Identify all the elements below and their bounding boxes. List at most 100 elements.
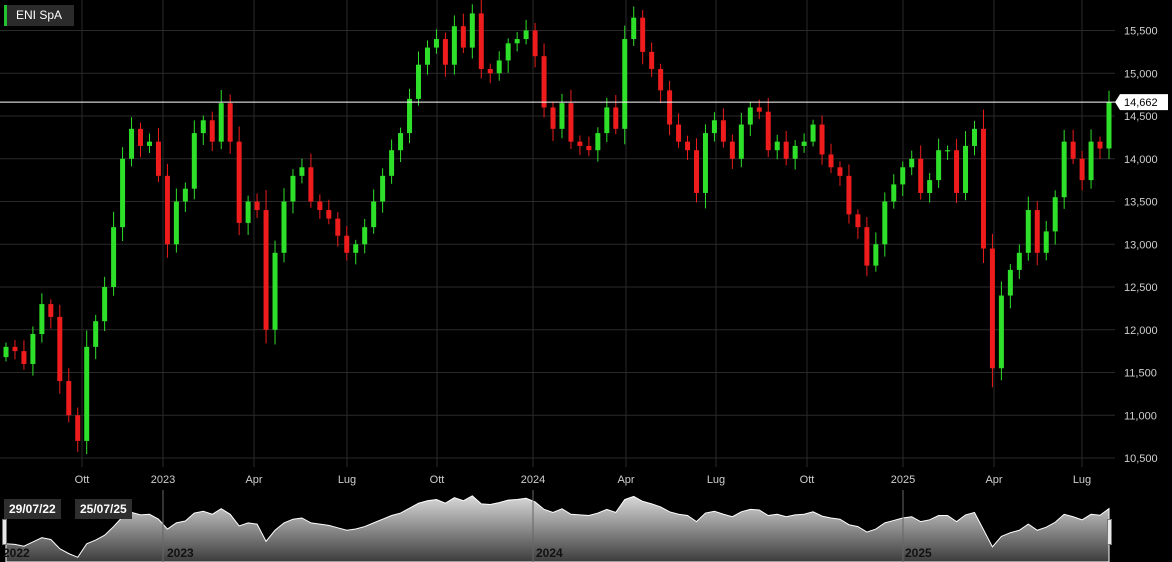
candle-body[interactable] — [640, 17, 646, 52]
candle-body[interactable] — [1088, 141, 1094, 181]
candle-body[interactable] — [200, 120, 206, 134]
candle-body[interactable] — [936, 150, 942, 181]
candle-body[interactable] — [308, 167, 314, 202]
range-start-date[interactable]: 29/07/22 — [4, 499, 61, 519]
candle-body[interactable] — [12, 346, 18, 352]
candle-body[interactable] — [451, 26, 457, 65]
candle-body[interactable] — [1016, 252, 1022, 270]
candle-body[interactable] — [658, 68, 664, 91]
candle-body[interactable] — [398, 133, 404, 151]
candle-body[interactable] — [1025, 210, 1031, 253]
candle-body[interactable] — [1043, 231, 1049, 253]
candle-body[interactable] — [182, 188, 188, 202]
candle-body[interactable] — [433, 39, 439, 48]
candle-body[interactable] — [685, 141, 691, 151]
candle-body[interactable] — [227, 103, 233, 142]
candle-body[interactable] — [900, 167, 906, 185]
candle-body[interactable] — [792, 145, 798, 159]
candle-body[interactable] — [1007, 269, 1013, 296]
candle-body[interactable] — [756, 107, 762, 112]
candle-body[interactable] — [146, 141, 152, 146]
candle-body[interactable] — [460, 26, 466, 48]
navigator-right-handle[interactable] — [1107, 519, 1112, 545]
navigator-left-handle[interactable] — [2, 519, 7, 545]
candle-body[interactable] — [810, 124, 816, 142]
candle-body[interactable] — [1070, 141, 1076, 159]
candle-body[interactable] — [864, 227, 870, 266]
candle-body[interactable] — [102, 287, 108, 322]
range-end-date[interactable]: 25/07/25 — [75, 499, 132, 519]
candle-body[interactable] — [837, 167, 843, 176]
candle-body[interactable] — [362, 227, 368, 245]
candle-body[interactable] — [66, 381, 72, 416]
candle-body[interactable] — [541, 56, 547, 108]
candle-body[interactable] — [129, 128, 135, 159]
candle-body[interactable] — [819, 124, 825, 155]
candle-body[interactable] — [568, 103, 574, 142]
candle-body[interactable] — [290, 175, 296, 202]
candle-body[interactable] — [93, 321, 99, 347]
candle-body[interactable] — [765, 111, 771, 151]
candle-body[interactable] — [909, 158, 915, 168]
candle-body[interactable] — [954, 150, 960, 193]
candle-body[interactable] — [963, 145, 969, 193]
candle-body[interactable] — [111, 227, 117, 287]
candle-body[interactable] — [245, 201, 251, 223]
candle-body[interactable] — [424, 47, 430, 65]
candle-body[interactable] — [989, 248, 995, 369]
candle-body[interactable] — [505, 43, 511, 61]
candle-body[interactable] — [693, 150, 699, 193]
candle-body[interactable] — [980, 128, 986, 249]
candle-body[interactable] — [487, 68, 493, 74]
candle-body[interactable] — [1061, 141, 1067, 198]
candle-body[interactable] — [263, 210, 269, 330]
candle-body[interactable] — [676, 124, 682, 142]
candle-body[interactable] — [747, 107, 753, 125]
candle-body[interactable] — [155, 141, 161, 176]
candle-body[interactable] — [254, 201, 260, 211]
candle-body[interactable] — [442, 39, 448, 65]
candle-body[interactable] — [335, 218, 341, 236]
candle-body[interactable] — [21, 351, 27, 364]
candle-body[interactable] — [496, 60, 502, 74]
candle-body[interactable] — [783, 141, 789, 159]
candle-body[interactable] — [84, 346, 90, 441]
candle-body[interactable] — [389, 150, 395, 176]
candle-body[interactable] — [891, 184, 897, 202]
candle-body[interactable] — [720, 120, 726, 142]
candle-body[interactable] — [191, 133, 197, 189]
candle-body[interactable] — [299, 167, 305, 176]
candle-body[interactable] — [613, 107, 619, 129]
candle-body[interactable] — [1034, 210, 1040, 253]
candle-body[interactable] — [344, 235, 350, 253]
candle-body[interactable] — [667, 90, 673, 125]
candle-body[interactable] — [407, 98, 413, 134]
candle-body[interactable] — [120, 158, 126, 228]
navigator-chart[interactable]: 2022 2023 2024 2025 — [0, 490, 1172, 562]
candle-body[interactable] — [281, 201, 287, 253]
candle-body[interactable] — [971, 128, 977, 146]
candle-body[interactable] — [559, 103, 565, 129]
candle-body[interactable] — [478, 13, 484, 69]
candle-body[interactable] — [469, 13, 475, 48]
candle-body[interactable] — [173, 201, 179, 245]
candle-body[interactable] — [514, 39, 520, 44]
candle-body[interactable] — [532, 30, 538, 57]
candle-body[interactable] — [57, 316, 63, 382]
candle-body[interactable] — [75, 415, 81, 441]
candle-body[interactable] — [39, 304, 45, 335]
candle-body[interactable] — [326, 210, 332, 219]
candle-body[interactable] — [164, 175, 170, 245]
candle-body[interactable] — [1106, 102, 1112, 149]
candle-body[interactable] — [711, 120, 717, 134]
candle-body[interactable] — [855, 214, 861, 228]
candle-body[interactable] — [48, 304, 54, 317]
candle-body[interactable] — [138, 128, 144, 146]
candle-body[interactable] — [945, 150, 951, 152]
candle-body[interactable] — [595, 133, 601, 151]
candle-body[interactable] — [218, 103, 224, 142]
candle-body[interactable] — [236, 141, 242, 223]
candle-body[interactable] — [801, 141, 807, 146]
candle-body[interactable] — [30, 334, 36, 364]
candle-body[interactable] — [774, 141, 780, 151]
